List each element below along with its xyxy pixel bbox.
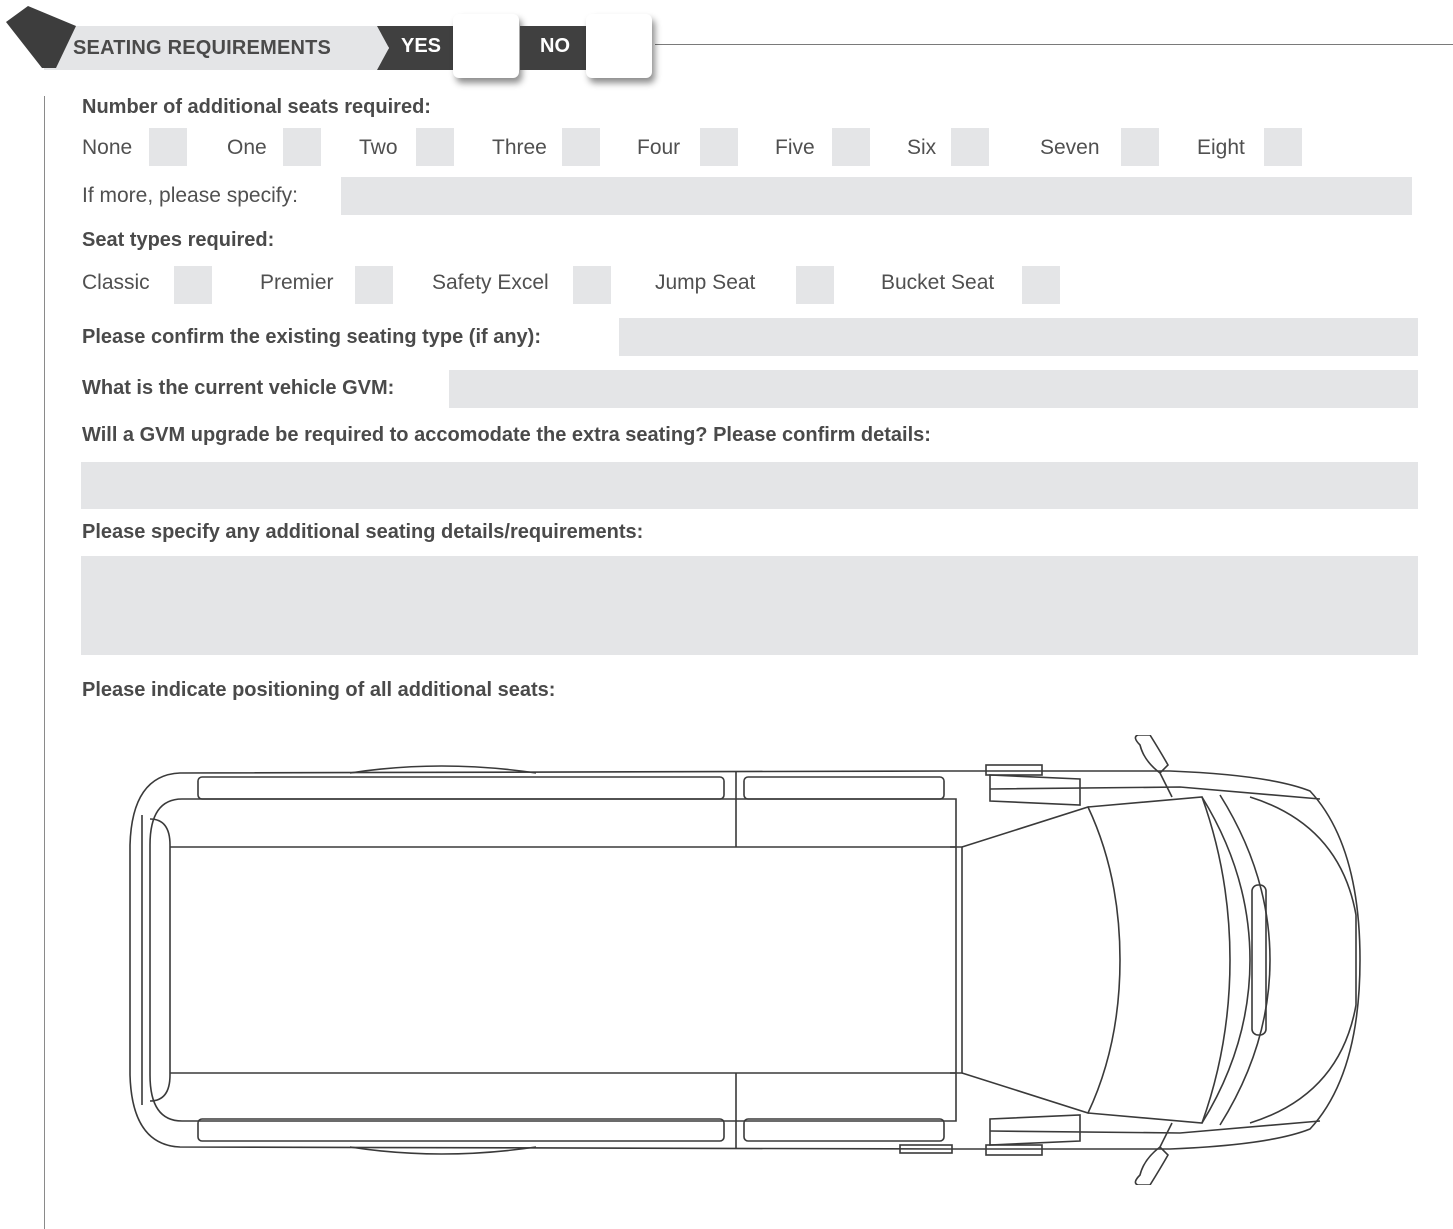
seat-type-bucket-seat-checkbox[interactable]	[1022, 266, 1060, 304]
seat-four-checkbox[interactable]	[700, 128, 738, 166]
seat-option-label: None	[82, 136, 133, 159]
seat-two-checkbox[interactable]	[416, 128, 454, 166]
more-seats-label: If more, please specify:	[82, 184, 298, 207]
seat-option-label: Seven	[1040, 136, 1100, 159]
seat-one-checkbox[interactable]	[283, 128, 321, 166]
seat-type-label: Safety Excel	[432, 271, 549, 294]
yes-label: YES	[401, 35, 442, 57]
seat-option-label: Eight	[1197, 136, 1245, 159]
section-marker-icon	[6, 6, 76, 68]
seat-option-label: Five	[775, 136, 815, 159]
no-label: NO	[540, 35, 570, 57]
seat-option-label: One	[227, 136, 267, 159]
no-checkbox[interactable]	[586, 14, 652, 78]
seat-six-checkbox[interactable]	[951, 128, 989, 166]
seats-question: Number of additional seats required:	[82, 96, 431, 118]
seat-type-jump-seat-checkbox[interactable]	[796, 266, 834, 304]
yes-checkbox[interactable]	[453, 14, 519, 78]
seat-option-label: Six	[907, 136, 937, 159]
frame-left-line	[44, 96, 45, 1229]
frame-top-line	[655, 44, 1453, 45]
existing-type-label: Please confirm the existing seating type…	[82, 326, 542, 348]
seat-none-checkbox[interactable]	[149, 128, 187, 166]
seat-option-label: Four	[637, 136, 681, 159]
section-title: SEATING REQUIREMENTS	[73, 37, 332, 59]
additional-details-field[interactable]	[81, 556, 1418, 655]
gvm-upgrade-field[interactable]	[81, 462, 1418, 509]
seat-type-premier-checkbox[interactable]	[355, 266, 393, 304]
seat-type-classic-checkbox[interactable]	[174, 266, 212, 304]
seat-type-label: Jump Seat	[655, 271, 756, 294]
seat-type-label: Bucket Seat	[881, 271, 995, 294]
gvm-field[interactable]	[449, 370, 1418, 408]
seat-eight-checkbox[interactable]	[1264, 128, 1302, 166]
gvm-upgrade-label: Will a GVM upgrade be required to accomo…	[82, 424, 931, 446]
additional-details-label: Please specify any additional seating de…	[82, 521, 644, 543]
seat-option-label: Two	[359, 136, 398, 159]
gvm-label: What is the current vehicle GVM:	[82, 377, 395, 399]
existing-type-field[interactable]	[619, 318, 1418, 356]
more-seats-field[interactable]	[341, 177, 1412, 215]
seat-option-label: Three	[492, 136, 547, 159]
seat-five-checkbox[interactable]	[832, 128, 870, 166]
seat-three-checkbox[interactable]	[562, 128, 600, 166]
positioning-label: Please indicate positioning of all addit…	[82, 679, 556, 701]
seat-types-question: Seat types required:	[82, 229, 275, 251]
seat-type-safety-excel-checkbox[interactable]	[573, 266, 611, 304]
van-top-view-diagram[interactable]	[120, 735, 1370, 1185]
seat-type-label: Classic	[82, 271, 150, 294]
seat-type-label: Premier	[260, 271, 334, 294]
seat-seven-checkbox[interactable]	[1121, 128, 1159, 166]
